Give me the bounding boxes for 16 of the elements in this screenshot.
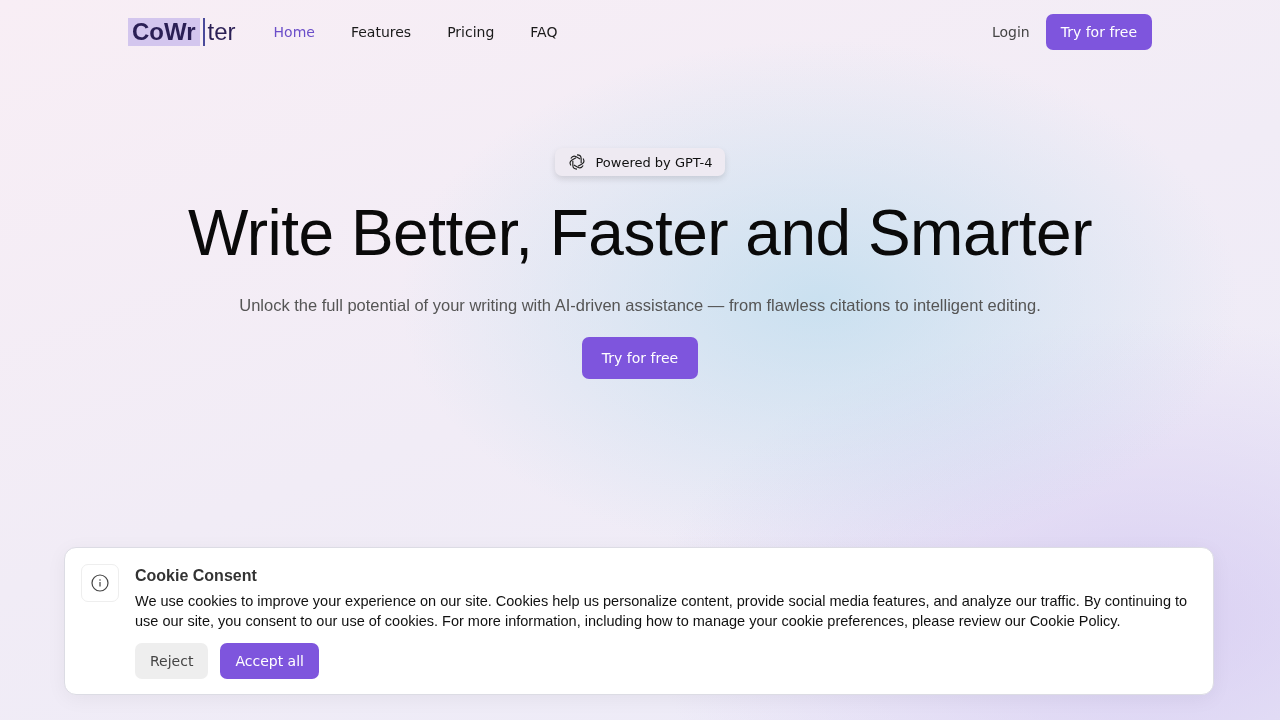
knot-icon bbox=[567, 152, 588, 172]
hero-title: Write Better, Faster and Smarter bbox=[188, 196, 1092, 270]
info-icon bbox=[81, 564, 119, 602]
accept-all-button[interactable]: Accept all bbox=[220, 643, 319, 679]
nav-link[interactable]: Home bbox=[273, 24, 315, 40]
nav-link[interactable]: FAQ bbox=[530, 24, 558, 40]
reject-button[interactable]: Reject bbox=[135, 643, 209, 679]
hero-subtitle: Unlock the full potential of your writing with AI-driven assistance — from flawless citations to intelligent editing. bbox=[239, 296, 1041, 315]
login-link[interactable]: Login bbox=[991, 24, 1030, 40]
nav-link[interactable]: Features bbox=[350, 24, 412, 40]
badge-text: Powered by GPT-4 bbox=[595, 154, 713, 170]
cookie-text: We use cookies to improve your experience on our site. Cookies help us personalize content, provide social media features, and analyze our traffic. By continuing to use our site, you consent to our use of cookies. For more information, including how to manage your cookie preferences, please review our Cookie Policy. bbox=[135, 592, 1189, 631]
try-free-button[interactable]: Try for free bbox=[1045, 14, 1152, 50]
cookie-title: Cookie Consent bbox=[135, 567, 258, 585]
nav-link[interactable]: Pricing bbox=[447, 24, 495, 40]
try-free-button[interactable]: Try for free bbox=[581, 337, 699, 379]
